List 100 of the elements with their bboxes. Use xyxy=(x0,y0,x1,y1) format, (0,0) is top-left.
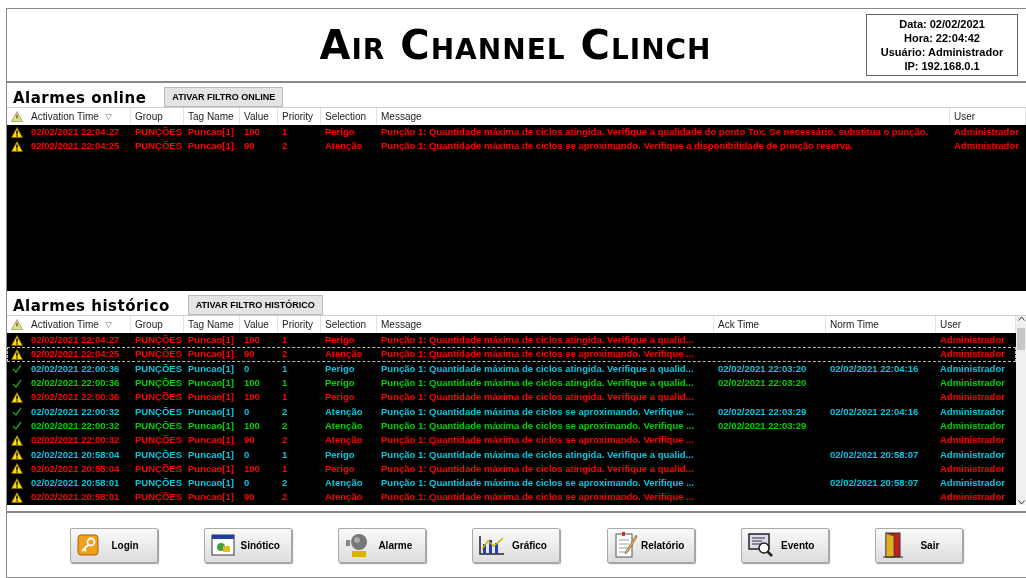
table-cell-text: 2 xyxy=(281,404,289,419)
monitor-magnifier-icon xyxy=(747,533,774,557)
scroll-down-icon[interactable] xyxy=(1017,500,1025,505)
column-header[interactable]: Value xyxy=(240,316,278,333)
table-cell-text: 2 xyxy=(281,490,289,505)
filter-button[interactable]: ATIVAR FILTRO HISTÓRICO xyxy=(187,295,323,315)
column-header[interactable]: Message xyxy=(377,316,714,333)
table-cell-text: PUNÇÕES xyxy=(134,404,183,419)
column-header[interactable]: Norm Time xyxy=(826,316,936,333)
filter-button[interactable]: ATIVAR FILTRO ONLINE xyxy=(164,87,284,107)
table-cell-text: Administrador xyxy=(939,333,1006,348)
table-cell-text: 100 xyxy=(243,461,261,476)
alarm-row[interactable]: 02/02/2021 20:58:04 PUNÇÕES Puncao[1] 100 1 Perigo Punção 1: Quantidade máxima de ciclos atingida. Verifique a qualid... Administrador xyxy=(7,461,1016,476)
nav-button[interactable]: Login xyxy=(70,527,159,563)
section-title: Alarmes histórico xyxy=(13,298,170,315)
table-cell-text: Atenção xyxy=(324,404,364,419)
table-cell-text: 02/02/2021 20:58:01 xyxy=(30,490,121,505)
column-header[interactable]: Selection xyxy=(321,108,377,125)
table-cell-text: 02/02/2021 22:04:25 xyxy=(30,347,121,362)
sort-icon[interactable] xyxy=(104,321,112,328)
alarm-row[interactable]: 02/02/2021 22:00:36 PUNÇÕES Puncao[1] 100 1 Perigo Punção 1: Quantidade máxima de ciclos atingida. Verifique a qualid... Administrador xyxy=(7,390,1016,405)
warning-icon xyxy=(11,463,23,475)
column-header[interactable]: Group xyxy=(131,316,184,333)
alarm-row[interactable]: 02/02/2021 22:00:36 PUNÇÕES Puncao[1] 100 1 Perigo Punção 1: Quantidade máxima de ciclos atingida. Verifique a qualid... 02/02/2021 22:03:20 Administrador xyxy=(7,375,1016,391)
table-cell-text: 2 xyxy=(281,347,289,362)
column-header[interactable]: Tag Name xyxy=(184,316,240,333)
info-line: Data: 02/02/2021 xyxy=(899,17,985,31)
table-cell-text: 02/02/2021 22:04:27 xyxy=(30,125,121,140)
table-cell-text: Administrador xyxy=(953,125,1020,140)
table-cell-text: Perigo xyxy=(324,461,356,476)
alarm-row[interactable]: 02/02/2021 22:04:27 PUNÇÕES Puncao[1] 100 1 Perigo Punção 1: Quantidade máxima de ciclos atingida. Verifique a qualid... Administrador xyxy=(7,333,1016,348)
warning-icon xyxy=(11,111,23,122)
table-cell-text: Puncao[1] xyxy=(187,476,235,491)
scroll-thumb[interactable] xyxy=(1017,328,1025,350)
column-header[interactable]: Activation Time xyxy=(27,108,131,125)
column-header[interactable]: Priority xyxy=(278,316,321,333)
table-cell-text: Puncao[1] xyxy=(187,490,235,505)
alarm-row[interactable]: 02/02/2021 22:00:32 PUNÇÕES Puncao[1] 90 2 Atenção Punção 1: Quantidade máxima de ciclos se aproximando. Verifique ... Administrador xyxy=(7,433,1016,448)
column-header[interactable]: Group xyxy=(131,108,184,125)
scroll-up-icon[interactable] xyxy=(1017,316,1025,321)
table-cell-text: Perigo xyxy=(324,125,356,140)
table-cell-text: Punção 1: Quantidade máxima de ciclos atingida. Verifique a qualid... xyxy=(380,376,695,391)
alarm-row[interactable]: 02/02/2021 22:00:36 PUNÇÕES Puncao[1] 0 1 Perigo Punção 1: Quantidade máxima de ciclos atingida. Verifique a qualid... 02/02/2021 22:03:20 02/02/2021 22:04:16 Administrador xyxy=(7,361,1016,376)
sort-icon[interactable] xyxy=(104,113,112,120)
table-cell-text: 100 xyxy=(243,125,261,140)
nav-button[interactable]: Evento xyxy=(740,527,829,563)
table-cell-text: Puncao[1] xyxy=(187,347,235,362)
table-cell-text: PUNÇÕES xyxy=(134,333,183,348)
alarm-row[interactable]: 02/02/2021 20:58:04 PUNÇÕES Puncao[1] 0 1 Perigo Punção 1: Quantidade máxima de ciclos atingida. Verifique a qualid... 02/02/2021 20:58:07 Administrador xyxy=(7,447,1016,462)
alarm-row[interactable]: 02/02/2021 22:04:27 PUNÇÕES Puncao[1] 100 1 Perigo Punção 1: Quantidade máxima de ciclos atingida. Verifique a qualidade do ponto Tox. Se necessário, substitua o punção. Administrador xyxy=(7,125,1026,140)
table-cell-text: 02/02/2021 20:58:04 xyxy=(30,447,121,462)
table-cell-text: Administrador xyxy=(939,476,1006,491)
alarm-row[interactable]: 02/02/2021 22:04:25 PUNÇÕES Puncao[1] 90 2 Atenção Punção 1: Quantidade máxima de ciclos se aproximando. Verifique ... Administrador xyxy=(7,347,1016,362)
scrollbar[interactable] xyxy=(1016,316,1026,505)
alarm-row[interactable]: 02/02/2021 20:58:01 PUNÇÕES Puncao[1] 90 2 Atenção Punção 1: Quantidade máxima de ciclos se aproximando. Verifique ... Administrador xyxy=(7,490,1016,505)
nav-button[interactable]: Gráfico xyxy=(472,527,561,563)
column-header[interactable]: User xyxy=(950,108,1026,125)
column-header[interactable]: Tag Name xyxy=(184,108,240,125)
table-cell-text: 90 xyxy=(243,490,256,505)
table-cell-text: 02/02/2021 22:04:16 xyxy=(829,361,920,376)
column-header[interactable]: Activation Time xyxy=(27,316,131,333)
column-header[interactable]: Message xyxy=(377,108,950,125)
warning-icon xyxy=(11,391,23,403)
alarm-row[interactable]: 02/02/2021 22:04:25 PUNÇÕES Puncao[1] 90 2 Atenção Punção 1: Quantidade máxima de ciclos se aproximando. Verifique a disponibilidade de punção reserva. Administrador xyxy=(7,139,1026,154)
column-header[interactable]: Value xyxy=(240,108,278,125)
table-cell-text: Atenção xyxy=(324,347,364,362)
table-cell-text: Punção 1: Quantidade máxima de ciclos atingida. Verifique a qualid... xyxy=(380,361,695,376)
section-title: Alarmes online xyxy=(13,90,147,107)
alarm-row[interactable]: 02/02/2021 22:00:32 PUNÇÕES Puncao[1] 100 2 Atenção Punção 1: Quantidade máxima de ciclos se aproximando. Verifique ... 02/02/2021 22:03:29 Administrador xyxy=(7,418,1016,434)
table-cell-text: Administrador xyxy=(939,376,1006,391)
table-cell-text: 02/02/2021 22:03:20 xyxy=(717,361,808,376)
table-cell-text: PUNÇÕES xyxy=(134,418,183,433)
nav-button[interactable]: Relatório xyxy=(606,527,695,563)
table-cell-text: 02/02/2021 22:04:27 xyxy=(30,333,121,348)
table-cell-text: 90 xyxy=(243,433,256,448)
alarm-row[interactable]: 02/02/2021 22:00:32 PUNÇÕES Puncao[1] 0 2 Atenção Punção 1: Quantidade máxima de ciclos se aproximando. Verifique ... 02/02/2021 22:03:29 02/02/2021 22:04:16 Administrador xyxy=(7,404,1016,419)
table-cell-text: 1 xyxy=(281,125,289,140)
table-cell-text: Puncao[1] xyxy=(187,433,235,448)
table-cell-text: 0 xyxy=(243,404,251,419)
table-cell-text: Punção 1: Quantidade máxima de ciclos atingida. Verifique a qualid... xyxy=(380,461,695,476)
table-cell-text: Atenção xyxy=(324,433,364,448)
column-header[interactable]: Priority xyxy=(278,108,321,125)
nav-button[interactable]: Alarme xyxy=(338,527,427,563)
table-cell-text: Puncao[1] xyxy=(187,376,235,391)
table-cell-text: Puncao[1] xyxy=(187,404,235,419)
table-cell-text: 02/02/2021 22:00:36 xyxy=(30,390,121,405)
nav-button[interactable]: Sinótico xyxy=(204,527,293,563)
nav-button[interactable]: Sair xyxy=(874,527,963,563)
table-cell-text: 02/02/2021 22:03:29 xyxy=(717,418,808,433)
table-cell-text: PUNÇÕES xyxy=(134,139,183,154)
table-cell-text: 02/02/2021 22:00:36 xyxy=(30,361,121,376)
alarm-row[interactable]: 02/02/2021 20:58:01 PUNÇÕES Puncao[1] 0 2 Atenção Punção 1: Quantidade máxima de ciclos se aproximando. Verifique ... 02/02/2021 20:58:07 Administrador xyxy=(7,475,1016,491)
warning-icon xyxy=(11,140,23,152)
table-cell-text: Administrador xyxy=(939,347,1006,362)
table-cell-text: Punção 1: Quantidade máxima de ciclos se aproximando. Verifique ... xyxy=(380,347,696,362)
table-cell-text: Punção 1: Quantidade máxima de ciclos se aproximando. Verifique ... xyxy=(380,433,696,448)
table-cell-text: Puncao[1] xyxy=(187,333,235,348)
table-cell-text: 1 xyxy=(281,361,289,376)
column-header[interactable]: Selection xyxy=(321,316,377,333)
column-header[interactable]: Ack Time xyxy=(714,316,826,333)
